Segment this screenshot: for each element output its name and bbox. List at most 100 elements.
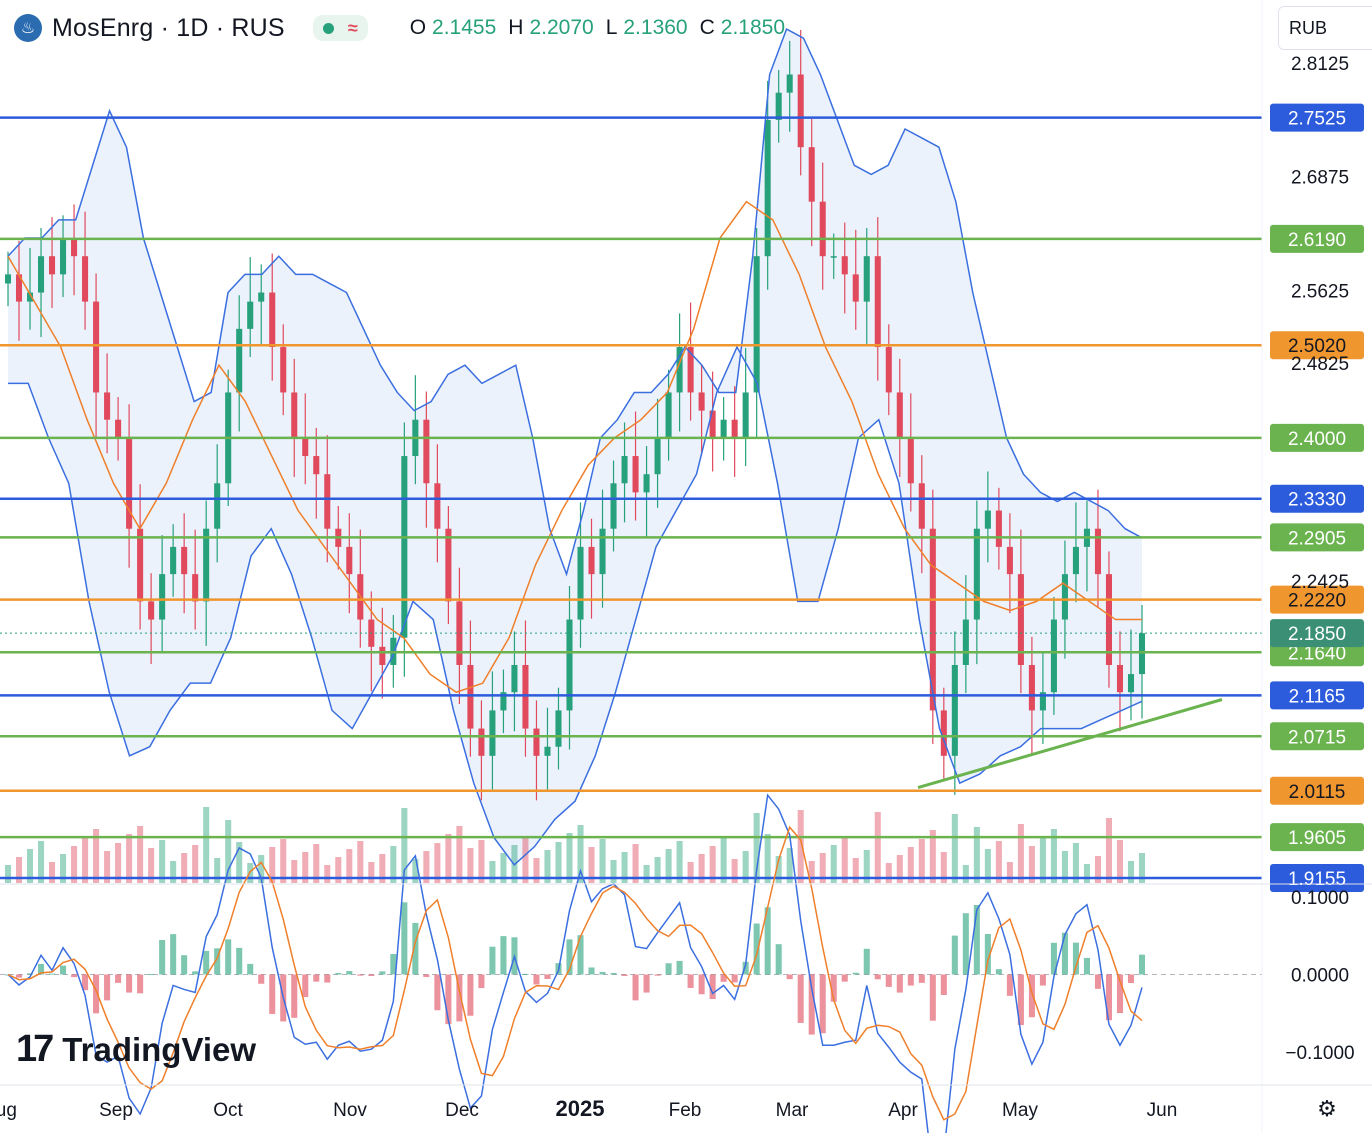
level-label: 2.4000 — [1288, 429, 1346, 450]
macd-histogram-bar — [368, 974, 375, 976]
volume-bar — [489, 861, 496, 883]
volume-bar — [1017, 824, 1024, 883]
macd-histogram-bar — [995, 969, 1002, 975]
macd-histogram-bar — [918, 974, 925, 983]
date-tick-label: Aug — [0, 1100, 17, 1121]
date-tick-label: Feb — [669, 1100, 702, 1121]
volume-bar — [764, 834, 771, 883]
price-tick-label: 2.4825 — [1291, 354, 1349, 375]
candle-body — [819, 201, 826, 257]
macd-histogram-bar — [863, 948, 870, 975]
currency-button[interactable]: RUB — [1278, 6, 1372, 50]
macd-histogram-bar — [852, 972, 859, 975]
macd-histogram-bar — [49, 973, 56, 975]
chart-canvas[interactable]: 2.75252.61902.50202.40002.33302.29052.22… — [0, 0, 1372, 1133]
macd-histogram-bar — [1094, 974, 1101, 989]
candle-body — [621, 456, 628, 484]
macd-histogram-bar — [291, 974, 298, 1018]
chart-settings-gear-icon[interactable]: ⚙ — [1312, 1094, 1342, 1124]
macd-histogram-bar — [401, 902, 408, 975]
candle-body — [610, 483, 617, 529]
status-badges[interactable]: ≈ — [312, 15, 368, 41]
macd-histogram-bar — [434, 974, 441, 1011]
macd-histogram-bar — [907, 974, 914, 986]
tradingview-watermark: 17 TradingView — [16, 1028, 256, 1071]
macd-tick-label: −0.1000 — [1285, 1043, 1354, 1064]
bollinger-band — [8, 29, 1142, 865]
ohlc-high-label: H — [508, 16, 524, 39]
volume-bar — [38, 841, 45, 883]
candle-body — [137, 528, 144, 602]
level-label: 2.0115 — [1289, 782, 1346, 803]
volume-bar — [599, 839, 606, 883]
macd-histogram-bar — [731, 974, 738, 983]
macd-histogram-bar — [115, 974, 122, 983]
volume-bar — [577, 825, 584, 883]
candle-body — [962, 619, 969, 665]
macd-histogram-bar — [522, 973, 529, 975]
macd-histogram-bar — [808, 974, 815, 1035]
candle — [720, 396, 727, 461]
macd-histogram-bar — [775, 944, 782, 975]
macd-histogram-bar — [423, 974, 430, 978]
volume-bar — [522, 837, 529, 883]
candle-body — [423, 419, 430, 484]
macd-histogram-bar — [478, 974, 485, 989]
date-tick-label: Dec — [445, 1100, 479, 1121]
candle-body — [808, 147, 815, 202]
volume-bar — [874, 812, 881, 883]
macd-histogram-bar — [929, 974, 936, 1021]
macd-histogram-bar — [654, 974, 661, 976]
candle-body — [60, 238, 67, 275]
level-label: 2.2905 — [1288, 528, 1346, 549]
date-tick-label: 2025 — [556, 1096, 605, 1121]
candle-body — [1006, 546, 1013, 575]
candle-body — [830, 256, 837, 258]
macd-histogram-bar — [126, 974, 133, 993]
candle-body — [247, 301, 254, 329]
macd-histogram-bar — [1127, 974, 1135, 984]
volume-bar — [1039, 838, 1046, 883]
candle-body — [489, 710, 496, 756]
candle-body — [38, 256, 45, 293]
tradingview-logo-icon: 17 — [16, 1028, 54, 1070]
macd-histogram-bar — [324, 974, 331, 983]
candle-body — [49, 256, 56, 275]
volume-bar — [1083, 864, 1090, 883]
volume-bar — [1127, 861, 1135, 883]
candle-body — [379, 646, 386, 665]
macd-histogram-bar — [951, 935, 958, 975]
candle-body — [104, 392, 111, 420]
level-label: 2.1165 — [1289, 686, 1346, 707]
macd-histogram-bar — [203, 950, 210, 975]
macd-panel — [0, 793, 1262, 1133]
volume-bar — [1006, 862, 1013, 883]
volume-bar — [291, 860, 298, 883]
volume-bar — [885, 863, 892, 883]
macd-tick-label: 0.0000 — [1291, 966, 1349, 987]
macd-histogram-bar — [643, 974, 650, 993]
candle-body — [1116, 664, 1124, 693]
macd-histogram-bar — [687, 974, 694, 988]
macd-histogram-bar — [60, 965, 67, 975]
macd-histogram-bar — [885, 974, 892, 987]
date-tick-label: Nov — [333, 1100, 367, 1121]
macd-histogram-bar — [632, 974, 639, 1001]
volume-bar — [203, 807, 210, 883]
symbol-title[interactable]: MosEnrg · 1D · RUS — [52, 14, 285, 43]
candle-body — [4, 274, 12, 284]
candle-body — [731, 419, 738, 438]
volume-bar — [841, 837, 848, 883]
candle-body — [445, 528, 452, 602]
candle — [753, 228, 760, 437]
level-label: 1.9155 — [1288, 869, 1346, 890]
macd-histogram-bar — [1061, 932, 1068, 975]
macd-histogram-bar — [1028, 974, 1035, 1018]
volume-bar — [324, 865, 331, 883]
candle-body — [698, 392, 705, 411]
candle-body — [522, 664, 529, 729]
macd-histogram-bar — [962, 913, 969, 975]
date-tick-label: Jun — [1147, 1100, 1178, 1121]
macd-histogram-bar — [786, 974, 793, 980]
volume-bar — [1105, 818, 1112, 883]
